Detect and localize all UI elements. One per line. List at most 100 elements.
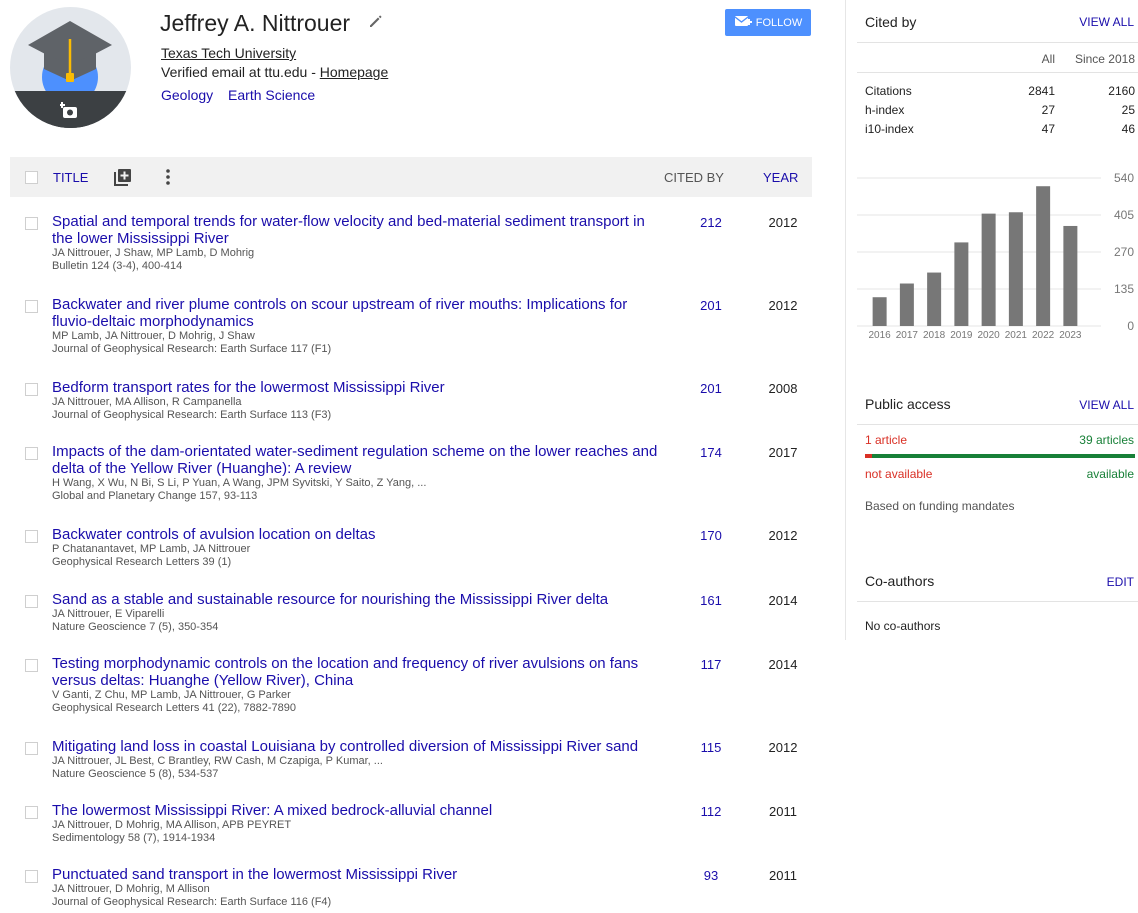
stats-row-citations: Citations 2841 2160 xyxy=(865,84,1135,100)
article-year: 2012 xyxy=(768,740,798,755)
article-authors: JA Nittrouer, D Mohrig, M Allison xyxy=(52,883,210,895)
article-title[interactable]: Backwater and river plume controls on sc… xyxy=(52,296,627,330)
interest-link-geology[interactable]: Geology xyxy=(161,87,213,103)
add-article-icon[interactable] xyxy=(114,168,132,189)
chart-x-tick-label: 2022 xyxy=(1032,330,1055,341)
available-count[interactable]: 39 articles xyxy=(1079,433,1134,447)
article-cited-by-link[interactable]: 201 xyxy=(680,298,742,313)
not-available-count[interactable]: 1 article xyxy=(865,433,907,447)
article-checkbox[interactable] xyxy=(25,217,38,230)
article-year: 2011 xyxy=(769,804,797,819)
article-checkbox[interactable] xyxy=(25,530,38,543)
chart-y-tick-label: 0 xyxy=(1127,319,1134,333)
coauthors-edit-link[interactable]: EDIT xyxy=(1107,575,1134,589)
article-title[interactable]: The lowermost Mississippi River: A mixed… xyxy=(52,802,492,819)
sort-by-cited[interactable]: CITED BY xyxy=(664,170,724,185)
article-checkbox[interactable] xyxy=(25,806,38,819)
article-cited-by-link[interactable]: 212 xyxy=(680,215,742,230)
chart-x-tick-label: 2018 xyxy=(923,330,946,341)
affiliation: Texas Tech University xyxy=(161,44,296,62)
article-checkbox[interactable] xyxy=(25,870,38,883)
article-title[interactable]: Punctuated sand transport in the lowermo… xyxy=(52,866,457,883)
edit-pencil-icon[interactable] xyxy=(368,6,384,27)
stats-all-value: 27 xyxy=(1041,103,1055,117)
select-all-checkbox[interactable] xyxy=(25,171,38,184)
chart-bar-2018[interactable] xyxy=(927,272,942,326)
chart-bar-2022[interactable] xyxy=(1036,186,1051,326)
article-checkbox[interactable] xyxy=(25,447,38,460)
article-venue: Bulletin 124 (3-4), 400-414 xyxy=(52,260,183,272)
article-cited-by-link[interactable]: 170 xyxy=(680,528,742,543)
no-coauthors-text: No co-authors xyxy=(865,619,941,633)
sort-by-title[interactable]: TITLE xyxy=(53,170,88,185)
follow-mail-icon xyxy=(734,14,752,31)
cited-by-view-all[interactable]: VIEW ALL xyxy=(1079,15,1134,29)
article-year: 2012 xyxy=(768,298,798,313)
divider xyxy=(857,42,1138,43)
article-authors: P Chatanantavet, MP Lamb, JA Nittrouer xyxy=(52,543,251,555)
article-cited-by-link[interactable]: 112 xyxy=(680,804,742,819)
more-options-icon[interactable] xyxy=(165,168,171,189)
article-year: 2014 xyxy=(768,593,798,608)
public-access-view-all[interactable]: VIEW ALL xyxy=(1079,398,1134,412)
chart-bar-2020[interactable] xyxy=(981,213,996,326)
stats-since-value: 25 xyxy=(1121,103,1135,117)
article-title[interactable]: Impacts of the dam-orientated water-sedi… xyxy=(52,443,657,477)
sort-by-year[interactable]: YEAR xyxy=(763,170,798,185)
article-authors: JA Nittrouer, J Shaw, MP Lamb, D Mohrig xyxy=(52,247,255,259)
available-label: available xyxy=(1086,467,1134,481)
article-cited-by-link[interactable]: 117 xyxy=(680,657,742,672)
homepage-link[interactable]: Homepage xyxy=(320,64,389,80)
affiliation-link[interactable]: Texas Tech University xyxy=(161,45,296,61)
article-year: 2014 xyxy=(768,657,798,672)
article-venue: Geophysical Research Letters 39 (1) xyxy=(52,556,232,568)
article-title[interactable]: Backwater controls of avulsion location … xyxy=(52,526,376,543)
cited-by-heading: Cited by xyxy=(865,14,917,30)
article-checkbox[interactable] xyxy=(25,742,38,755)
chart-bar-2016[interactable] xyxy=(872,297,887,326)
public-access-heading: Public access xyxy=(865,396,951,412)
article-venue: Geophysical Research Letters 41 (22), 78… xyxy=(52,702,296,714)
stats-since-value: 2160 xyxy=(1108,84,1135,98)
chart-x-tick-label: 2019 xyxy=(950,330,973,341)
article-title[interactable]: Testing morphodynamic controls on the lo… xyxy=(52,655,638,689)
research-interests: Geology Earth Science xyxy=(161,86,326,104)
article-title[interactable]: Bedform transport rates for the lowermos… xyxy=(52,379,445,396)
article-cited-by-link[interactable]: 115 xyxy=(680,740,742,755)
article-cited-by-link[interactable]: 201 xyxy=(680,381,742,396)
article-year: 2012 xyxy=(768,528,798,543)
article-checkbox[interactable] xyxy=(25,595,38,608)
article-authors: V Ganti, Z Chu, MP Lamb, JA Nittrouer, G… xyxy=(52,689,291,701)
chart-bar-2021[interactable] xyxy=(1008,212,1023,326)
divider xyxy=(857,72,1138,73)
coauthors-heading: Co-authors xyxy=(865,573,935,589)
article-year: 2017 xyxy=(768,445,798,460)
not-available-label: not available xyxy=(865,467,933,481)
follow-label: FOLLOW xyxy=(755,16,803,29)
article-title[interactable]: Sand as a stable and sustainable resourc… xyxy=(52,591,608,608)
stats-col-all: All xyxy=(1041,52,1055,66)
add-photo-icon[interactable] xyxy=(60,101,80,121)
chart-bar-2017[interactable] xyxy=(899,283,914,326)
chart-bar-2019[interactable] xyxy=(954,242,969,326)
article-authors: JA Nittrouer, D Mohrig, MA Allison, APB … xyxy=(52,819,292,831)
chart-bar-2023[interactable] xyxy=(1063,225,1078,326)
article-title[interactable]: Spatial and temporal trends for water-fl… xyxy=(52,213,645,247)
stats-header-row: All Since 2018 xyxy=(865,52,1135,68)
article-cited-by-link[interactable]: 174 xyxy=(680,445,742,460)
article-cited-by-link[interactable]: 93 xyxy=(680,868,742,883)
article-venue: Sedimentology 58 (7), 1914-1934 xyxy=(52,832,216,844)
article-venue: Journal of Geophysical Research: Earth S… xyxy=(52,343,332,355)
interest-link-earth-science[interactable]: Earth Science xyxy=(228,87,315,103)
article-title[interactable]: Mitigating land loss in coastal Louisian… xyxy=(52,738,638,755)
article-cited-by-link[interactable]: 161 xyxy=(680,593,742,608)
article-checkbox[interactable] xyxy=(25,300,38,313)
email-text: Verified email at ttu.edu - xyxy=(161,64,320,80)
article-checkbox[interactable] xyxy=(25,659,38,672)
article-checkbox[interactable] xyxy=(25,383,38,396)
profile-avatar[interactable] xyxy=(10,7,131,128)
follow-button[interactable]: FOLLOW xyxy=(725,9,811,36)
article-authors: H Wang, X Wu, N Bi, S Li, P Yuan, A Wang… xyxy=(52,477,427,489)
stats-label: i10-index xyxy=(865,122,914,136)
article-venue: Nature Geoscience 5 (8), 534-537 xyxy=(52,768,219,780)
